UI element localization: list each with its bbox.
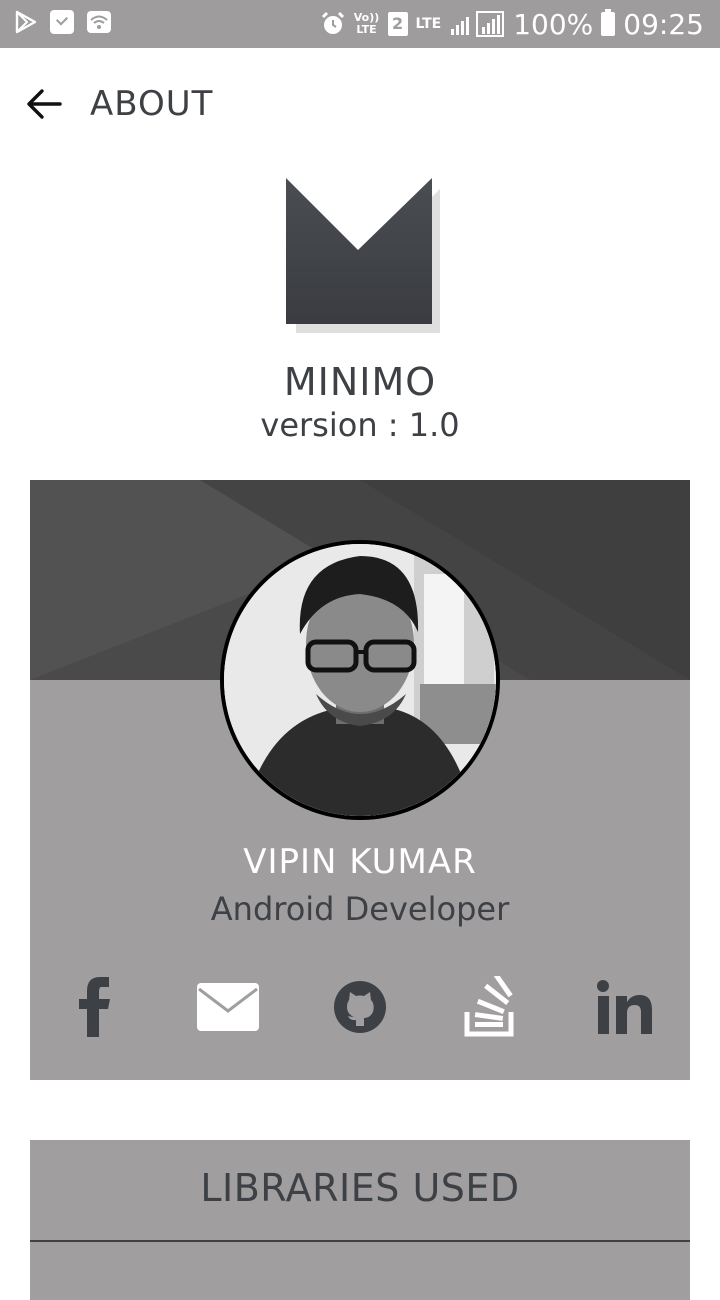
developer-name: VIPIN KUMAR [243,842,477,882]
stackoverflow-button[interactable] [455,972,525,1042]
clock: 09:25 [623,7,704,41]
app-name: MINIMO [283,360,437,404]
play-store-icon [15,10,37,34]
task-check-icon [50,10,74,34]
arrow-left-icon [27,89,62,119]
battery-percent: 100% [513,7,594,41]
developer-card: VIPIN KUMAR Android Developer [30,480,690,1080]
status-bar: Vo)) LTE 2 LTE 100% 09:25 [0,0,720,48]
alarm-icon [321,11,344,34]
social-links [30,972,690,1042]
wifi-icon [87,11,111,33]
libraries-card: LIBRARIES USED [30,1140,690,1300]
app-bar: ABOUT [0,48,720,160]
developer-role: Android Developer [210,890,510,928]
volte-label: Vo)) LTE [353,11,380,36]
github-button[interactable] [325,972,395,1042]
sim-badge: 2 [387,12,408,36]
app-logo [286,178,440,333]
developer-avatar [220,540,500,820]
lte-label: LTE [415,16,442,32]
email-button[interactable] [193,972,263,1042]
linkedin-button[interactable] [590,972,660,1042]
battery-icon [601,9,616,36]
linkedin-icon [597,980,652,1034]
back-button[interactable] [22,82,66,126]
divider [30,1240,690,1242]
libraries-title: LIBRARIES USED [200,1166,520,1210]
page-title: ABOUT [90,84,214,124]
stackoverflow-icon [464,976,514,1037]
signal-icon [451,11,505,37]
email-icon [197,983,259,1031]
facebook-icon [79,977,110,1037]
app-version: version : 1.0 [260,406,460,444]
avatar-photo [224,544,496,816]
facebook-button[interactable] [60,972,130,1042]
github-icon [334,981,386,1033]
